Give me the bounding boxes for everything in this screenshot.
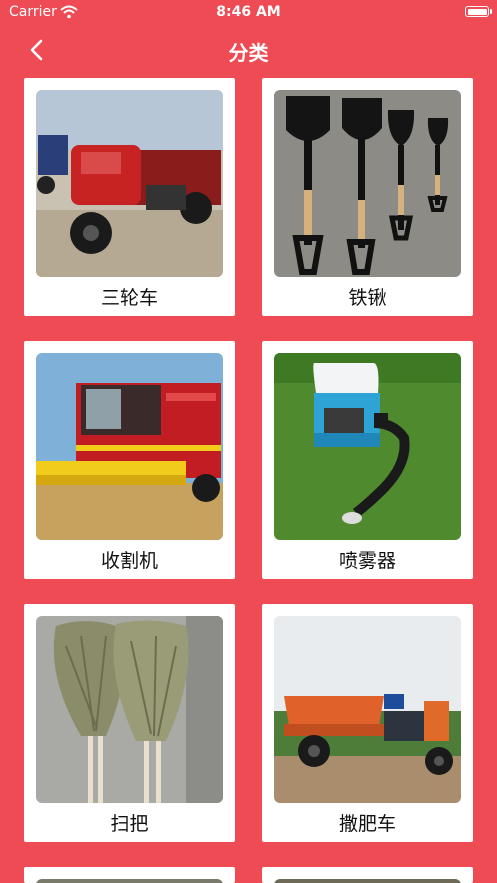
category-label: 撒肥车 — [338, 813, 396, 835]
category-card-partial[interactable] — [262, 867, 473, 883]
broom-image — [36, 616, 223, 803]
shovel-image — [274, 90, 461, 277]
partial-image — [36, 879, 223, 883]
category-label: 收割机 — [100, 550, 158, 572]
category-card-harvester[interactable]: 收割机 — [24, 341, 235, 579]
category-grid: 三轮车 铁锹 收割机 喷雾器 扫把 撒肥车 — [0, 0, 497, 883]
spreader-image — [274, 616, 461, 803]
category-card-spreader[interactable]: 撒肥车 — [262, 604, 473, 842]
category-card-partial[interactable] — [24, 867, 235, 883]
category-card-tricycle[interactable]: 三轮车 — [24, 78, 235, 316]
harvester-image — [36, 353, 223, 540]
tricycle-image — [36, 90, 223, 277]
category-label: 三轮车 — [100, 287, 158, 309]
sprayer-image — [274, 353, 461, 540]
category-label: 喷雾器 — [338, 550, 396, 572]
category-card-shovel[interactable]: 铁锹 — [262, 78, 473, 316]
partial-image — [274, 879, 461, 883]
category-label: 扫把 — [110, 813, 149, 835]
category-label: 铁锹 — [348, 287, 387, 309]
category-card-broom[interactable]: 扫把 — [24, 604, 235, 842]
category-card-sprayer[interactable]: 喷雾器 — [262, 341, 473, 579]
